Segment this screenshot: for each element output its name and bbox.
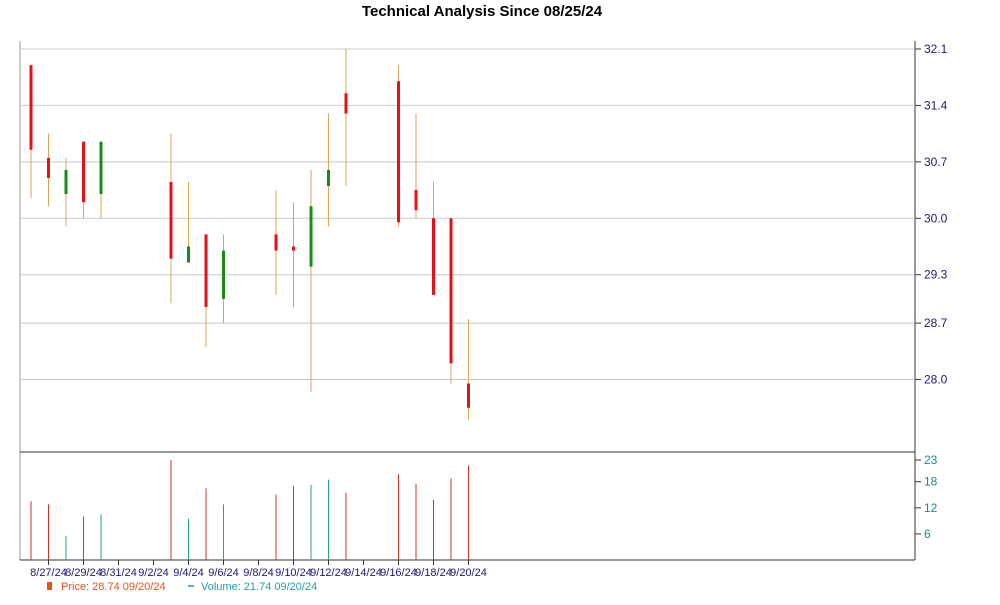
x-tick-label: 9/8/24 [243, 567, 274, 579]
price-tick-label: 31.4 [924, 98, 948, 112]
candle-body [99, 141, 103, 195]
candle-body [449, 218, 453, 364]
candle-body [344, 93, 348, 114]
legend-volume-label: Volume: 21.74 09/20/24 [201, 581, 317, 593]
candle-body [82, 141, 85, 203]
x-tick-label: 8/27/24 [30, 567, 67, 579]
volume-tick-label: 6 [924, 527, 931, 541]
x-tick-label: 9/14/24 [345, 567, 382, 579]
x-tick-label: 9/2/24 [138, 567, 169, 579]
candle-body [47, 157, 50, 178]
volume-tick-label: 12 [924, 501, 938, 515]
legend-price-swatch [47, 582, 52, 590]
candle-body [432, 218, 435, 295]
technical-analysis-chart: Technical Analysis Since 08/25/24 32.1 31… [0, 0, 1000, 600]
candle-body [187, 246, 190, 263]
candle-body [204, 234, 208, 307]
x-tick-label: 9/10/24 [275, 567, 312, 579]
x-tick-label: 9/16/24 [380, 567, 417, 579]
x-tick-label: 9/6/24 [208, 567, 239, 579]
candle-body [64, 169, 68, 195]
candle-body [397, 81, 400, 223]
candle-body [29, 65, 33, 150]
x-tick-label: 9/18/24 [415, 567, 452, 579]
x-tick-label: 9/12/24 [310, 567, 347, 579]
price-tick-label: 30.7 [924, 155, 948, 169]
price-tick-label: 28.0 [924, 373, 948, 387]
chart-title: Technical Analysis Since 08/25/24 [362, 3, 603, 20]
candle-body [414, 190, 418, 211]
chart-svg: Technical Analysis Since 08/25/24 32.1 31… [0, 0, 1000, 600]
x-tick-label: 8/29/24 [65, 567, 102, 579]
price-tick-label: 29.3 [924, 268, 948, 282]
chart-background [0, 0, 1000, 600]
volume-tick-label: 18 [924, 475, 938, 489]
price-tick-label: 32.1 [924, 42, 948, 56]
x-tick-label: 8/31/24 [100, 567, 137, 579]
candle-body [169, 182, 173, 259]
volume-tick-label: 23 [924, 453, 938, 467]
price-tick-label: 30.0 [924, 211, 948, 225]
candle-body [309, 206, 313, 267]
candle-body [327, 169, 330, 187]
candle-body [274, 234, 278, 251]
candle-body [292, 246, 295, 251]
x-tick-label: 9/20/24 [450, 567, 487, 579]
x-tick-label: 9/4/24 [173, 567, 204, 579]
price-tick-label: 28.7 [924, 316, 948, 330]
legend-price-label: Price: 28.74 09/20/24 [61, 581, 166, 593]
candle-body [467, 383, 470, 408]
candle-body [222, 250, 225, 299]
